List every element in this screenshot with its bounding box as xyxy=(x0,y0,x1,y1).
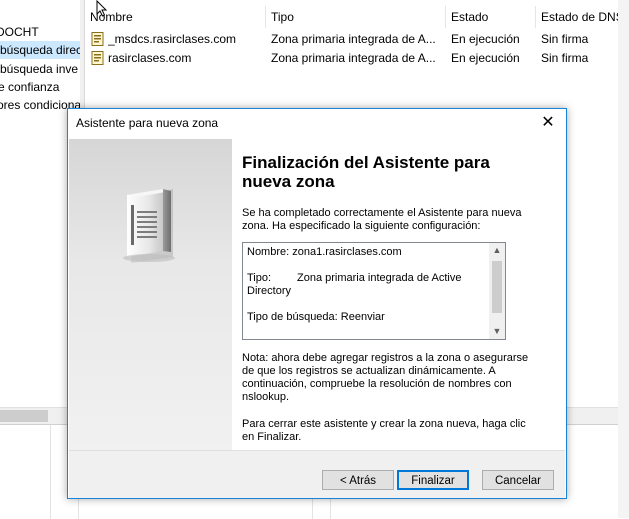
scrollbar-thumb[interactable] xyxy=(0,410,48,422)
summary-type-value-cont: Directory xyxy=(247,285,292,297)
wizard-button-bar: < Atrás Finalizar Cancelar xyxy=(69,450,565,498)
zone-file-icon xyxy=(91,32,104,46)
scroll-up-icon[interactable]: ▲ xyxy=(489,243,505,258)
wizard-side-panel xyxy=(69,139,232,450)
summary-type-value: Zona primaria integrada de Active xyxy=(297,272,462,284)
tree-item-server[interactable]: DOCHT xyxy=(0,23,39,41)
wizard-finish-text: Para cerrar este asistente y crear la zo… xyxy=(242,418,526,443)
summary-scrollbar[interactable]: ▲ ▼ xyxy=(489,243,505,339)
cancel-button[interactable]: Cancelar xyxy=(482,470,554,490)
wizard-content: Finalización del Asistente para nueva zo… xyxy=(69,139,565,450)
zone-name: rasirclases.com xyxy=(108,51,192,65)
zone-type: Zona primaria integrada de A... xyxy=(271,32,436,46)
column-header-dnssec[interactable]: Estado de DNSSE xyxy=(535,6,629,28)
zone-status: En ejecución xyxy=(451,51,520,65)
zone-file-icon xyxy=(91,51,104,65)
zone-type: Zona primaria integrada de A... xyxy=(271,51,436,65)
zone-name: _msdcs.rasirclases.com xyxy=(108,32,237,46)
server-icon xyxy=(123,189,175,263)
summary-lookup-type: Tipo de búsqueda: Reenviar xyxy=(247,311,385,323)
mouse-cursor-icon xyxy=(96,0,108,17)
wizard-intro-text: Se ha completado correctamente el Asiste… xyxy=(242,207,522,232)
finish-button[interactable]: Finalizar xyxy=(397,470,469,490)
configuration-summary[interactable]: Nombre: zona1.rasirclases.com Tipo: Zona… xyxy=(242,242,506,340)
tree-item-forward-lookup[interactable]: búsqueda direc xyxy=(0,41,82,59)
summary-type-label: Tipo: xyxy=(247,272,272,284)
wizard-note: Nota: ahora debe agregar registros a la … xyxy=(242,352,529,403)
zone-dnssec: Sin firma xyxy=(541,51,589,65)
vertical-scrollbar[interactable] xyxy=(618,0,629,518)
scroll-down-icon[interactable]: ▼ xyxy=(489,324,505,339)
table-row[interactable]: rasirclases.com Zona primaria integrada … xyxy=(85,49,629,68)
new-zone-wizard-dialog: Asistente para nueva zona ✕ Finalización… xyxy=(67,108,567,499)
summary-name: Nombre: zona1.rasirclases.com xyxy=(247,246,402,258)
column-header-status[interactable]: Estado xyxy=(445,6,535,28)
column-header-type[interactable]: Tipo xyxy=(265,6,443,28)
zone-status: En ejecución xyxy=(451,32,520,46)
dialog-title: Asistente para nueva zona xyxy=(76,116,219,130)
divider xyxy=(50,425,51,519)
back-button[interactable]: < Atrás xyxy=(322,470,394,490)
tree-item-reverse-lookup[interactable]: búsqueda inve xyxy=(0,60,78,78)
column-header-name[interactable]: Nombre xyxy=(85,6,265,28)
table-row[interactable]: _msdcs.rasirclases.com Zona primaria int… xyxy=(85,30,629,49)
tree-item-trust-points[interactable]: e confianza xyxy=(0,78,59,96)
close-icon[interactable]: ✕ xyxy=(536,112,560,134)
scrollbar-thumb[interactable] xyxy=(492,261,502,313)
zone-dnssec: Sin firma xyxy=(541,32,589,46)
wizard-heading: Finalización del Asistente para nueva zo… xyxy=(242,153,490,191)
